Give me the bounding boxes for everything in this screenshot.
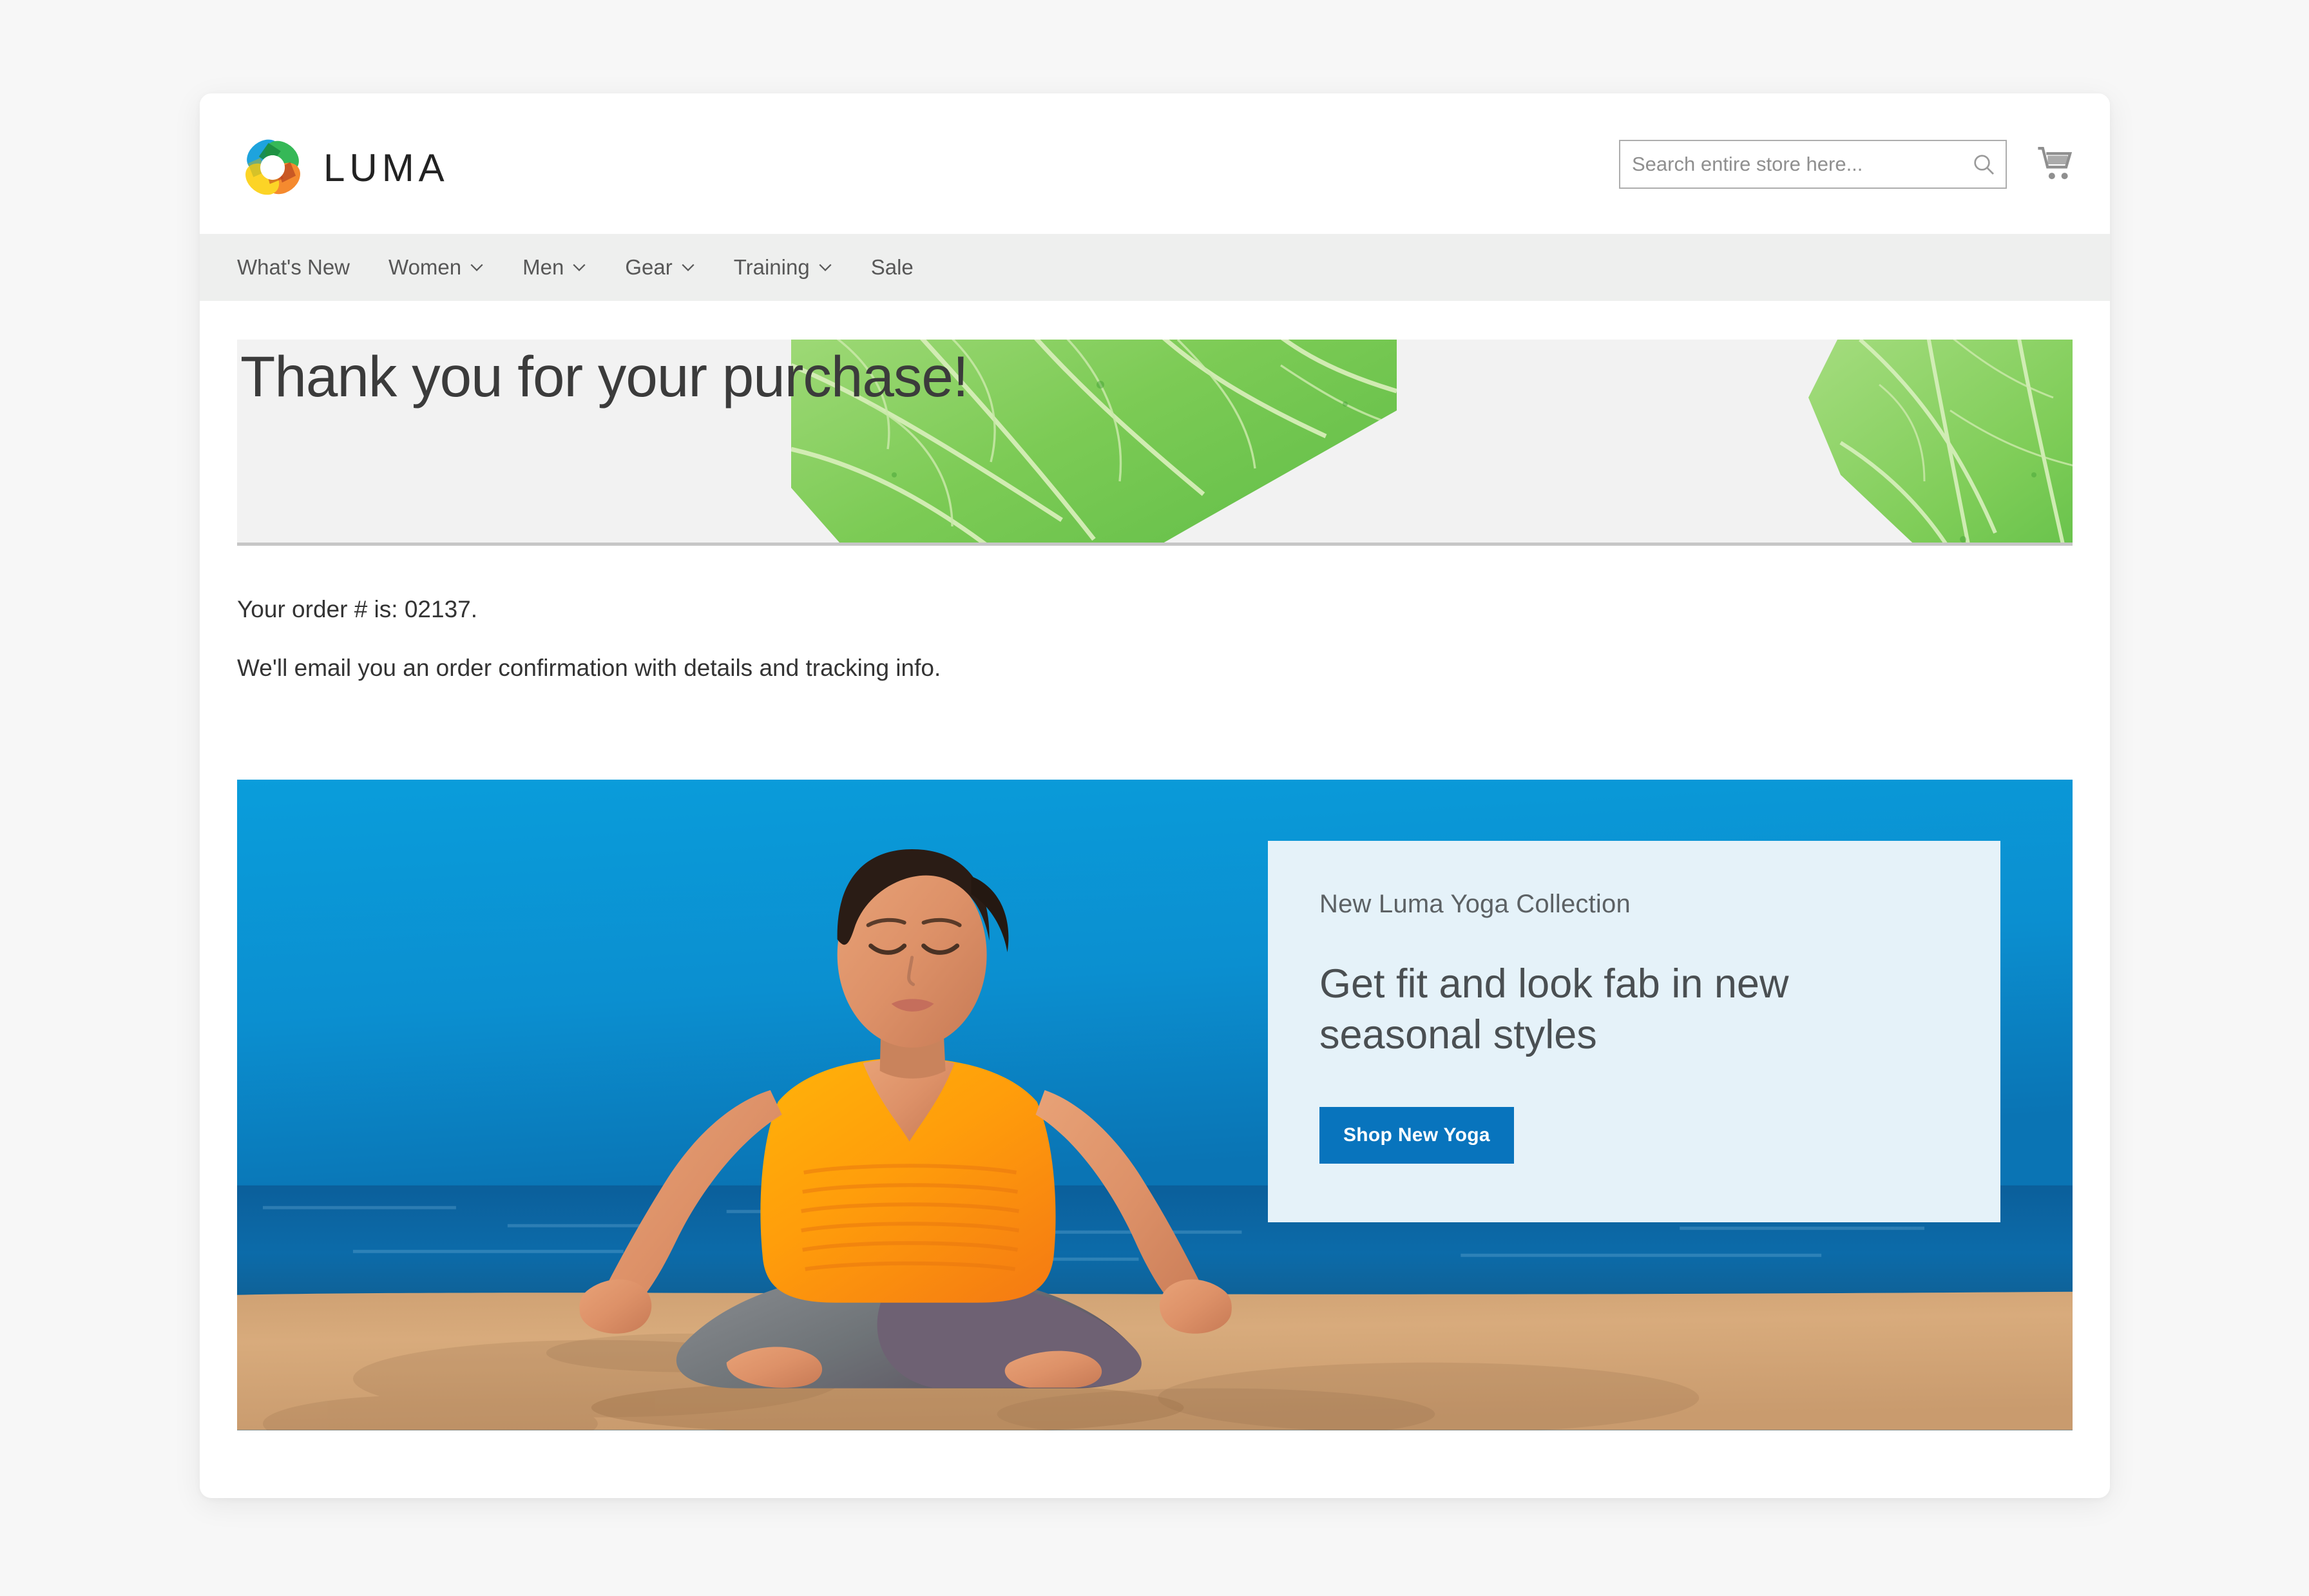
luma-ring-logo-icon <box>245 139 301 195</box>
nav-label: Women <box>388 255 462 279</box>
nav-item-sale[interactable]: Sale <box>852 234 933 301</box>
page-backdrop: LUMA Wha <box>0 0 2309 1596</box>
logo-text: LUMA <box>323 146 449 189</box>
nav-label: What's New <box>237 255 350 279</box>
nav-label: Men <box>522 255 564 279</box>
chevron-down-icon <box>470 264 483 271</box>
promo-panel: New Luma Yoga Collection Get fit and loo… <box>1268 841 2000 1222</box>
nav-item-gear[interactable]: Gear <box>606 234 714 301</box>
leaf-photo-right <box>1808 340 2073 543</box>
nav-label: Training <box>733 255 810 279</box>
chevron-down-icon <box>682 264 695 271</box>
page-title: Thank you for your purchase! <box>240 344 969 409</box>
nav-label: Gear <box>625 255 673 279</box>
header-actions <box>1619 140 2076 189</box>
nav-item-men[interactable]: Men <box>503 234 606 301</box>
nav-item-training[interactable]: Training <box>714 234 852 301</box>
hero-banner: Thank you for your purchase! <box>237 340 2073 543</box>
promo-banner[interactable]: New Luma Yoga Collection Get fit and loo… <box>237 780 2073 1430</box>
main-navigation: What's New Women Men Gear Training Sale <box>200 234 2110 301</box>
shop-new-yoga-button[interactable]: Shop New Yoga <box>1319 1106 1514 1164</box>
site-logo[interactable]: LUMA <box>238 133 449 202</box>
search-box[interactable] <box>1619 140 2007 189</box>
nav-label: Sale <box>870 255 914 279</box>
browser-window: LUMA Wha <box>200 93 2110 1498</box>
nav-item-whats-new[interactable]: What's New <box>237 234 369 301</box>
order-number-text: Your order # is: 02137. <box>237 596 477 622</box>
search-icon[interactable] <box>1971 151 1997 177</box>
promo-eyebrow: New Luma Yoga Collection <box>1319 890 1631 918</box>
site-header: LUMA <box>200 93 2110 234</box>
page-content: Thank you for your purchase! Your order … <box>200 340 2110 1430</box>
promo-headline: Get fit and look fab in new seasonal sty… <box>1319 961 1789 1057</box>
order-confirmation-message: Your order # is: 02137. We'll email you … <box>237 546 2073 682</box>
order-email-text: We'll email you an order confirmation wi… <box>237 655 941 681</box>
search-input[interactable] <box>1620 141 2006 187</box>
chevron-down-icon <box>819 264 832 271</box>
shopping-cart-icon[interactable] <box>2036 146 2076 183</box>
chevron-down-icon <box>573 264 586 271</box>
nav-item-women[interactable]: Women <box>369 234 503 301</box>
